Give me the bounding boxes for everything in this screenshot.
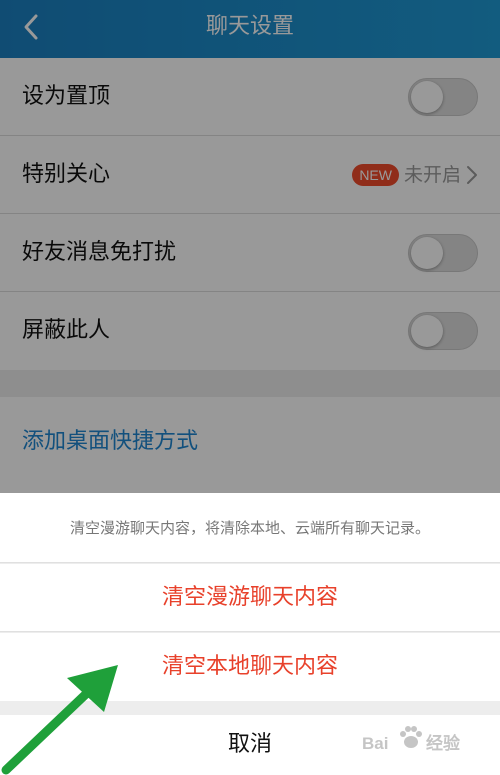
paw-print-icon xyxy=(400,726,422,748)
watermark-text: Bai xyxy=(362,734,389,753)
watermark-text: 经验 xyxy=(426,734,460,753)
clear-roaming-history-button[interactable]: 清空漫游聊天内容 xyxy=(0,564,500,632)
action-sheet-description: 清空漫游聊天内容，将清除本地、云端所有聊天记录。 xyxy=(0,493,500,563)
modal-backdrop[interactable] xyxy=(0,0,500,493)
green-arrow-icon xyxy=(1,665,118,775)
description-text: 清空漫游聊天内容，将清除本地、云端所有聊天记录。 xyxy=(69,519,430,537)
baidu-jingyan-watermark: Bai 经验 xyxy=(362,722,490,762)
